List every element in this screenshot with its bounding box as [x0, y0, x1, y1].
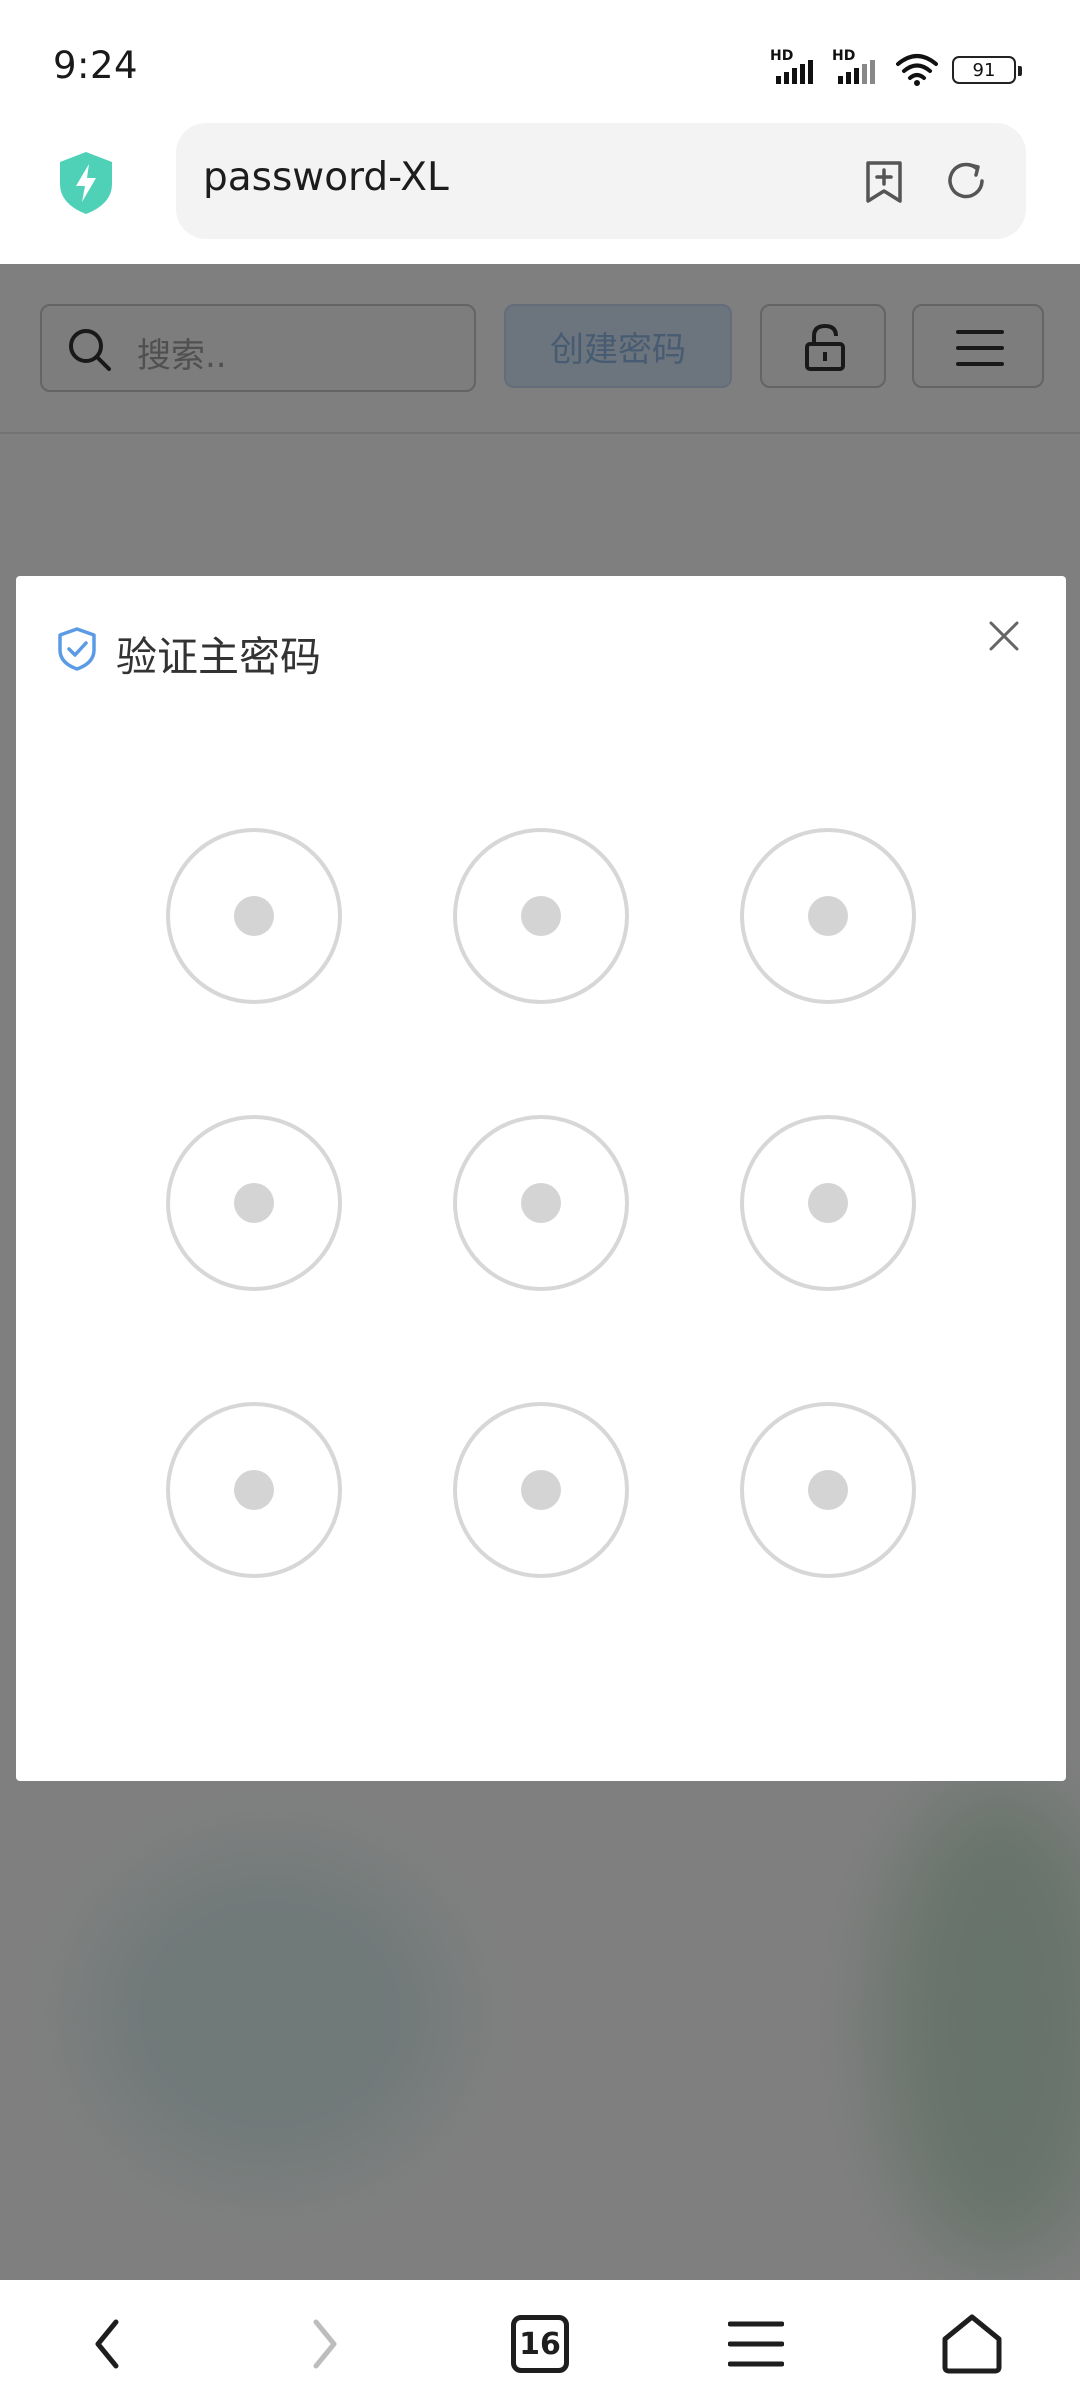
battery-icon: 91: [952, 56, 1022, 84]
address-bar[interactable]: password-XL: [176, 123, 1026, 239]
tabs-button[interactable]: 16: [502, 2306, 578, 2382]
pattern-node-dot: [521, 1470, 561, 1510]
pattern-node-dot: [521, 896, 561, 936]
hamburger-icon: [728, 2321, 784, 2367]
shield-icon[interactable]: [56, 150, 116, 216]
pattern-node[interactable]: [166, 1115, 342, 1291]
signal-icon-1: HD: [770, 48, 820, 88]
pattern-node[interactable]: [740, 1115, 916, 1291]
pattern-node[interactable]: [166, 1402, 342, 1578]
pattern-node-dot: [521, 1183, 561, 1223]
bottom-navigation: 16: [0, 2280, 1080, 2400]
pattern-node[interactable]: [740, 1402, 916, 1578]
verify-master-password-dialog: 验证主密码: [16, 576, 1066, 1781]
forward-icon: [313, 2319, 337, 2369]
bookmark-add-icon[interactable]: [860, 157, 908, 205]
pattern-node[interactable]: [453, 1115, 629, 1291]
pattern-lock-grid[interactable]: [16, 576, 1066, 1781]
home-icon: [942, 2314, 1002, 2374]
pattern-node-dot: [808, 1470, 848, 1510]
pattern-node[interactable]: [166, 828, 342, 1004]
forward-button[interactable]: [286, 2306, 362, 2382]
status-bar: 9:24 HD HD 91: [0, 0, 1080, 118]
pattern-node-dot: [808, 896, 848, 936]
back-button[interactable]: [70, 2306, 146, 2382]
pattern-node-dot: [234, 1183, 274, 1223]
pattern-node[interactable]: [740, 828, 916, 1004]
url-text[interactable]: password-XL: [203, 155, 449, 200]
pattern-node-dot: [234, 896, 274, 936]
menu-button-bottom[interactable]: [718, 2306, 794, 2382]
pattern-node[interactable]: [453, 1402, 629, 1578]
home-button[interactable]: [934, 2306, 1010, 2382]
refresh-icon[interactable]: [942, 157, 990, 205]
pattern-node-dot: [808, 1183, 848, 1223]
wifi-icon: [896, 54, 938, 86]
signal-icon-2: HD: [832, 48, 882, 88]
pattern-node[interactable]: [453, 828, 629, 1004]
tab-count: 16: [511, 2315, 569, 2373]
status-time: 9:24: [53, 44, 139, 87]
browser-bar: password-XL: [0, 118, 1080, 264]
pattern-node-dot: [234, 1470, 274, 1510]
back-icon: [95, 2319, 119, 2369]
status-icons: HD HD 91: [770, 48, 1022, 90]
